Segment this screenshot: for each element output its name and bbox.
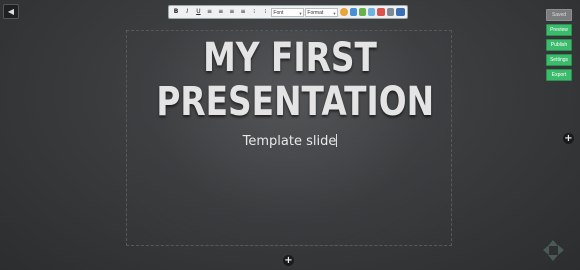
export-button[interactable]: Export: [546, 69, 572, 81]
font-select-label: Font: [273, 9, 284, 16]
slide-canvas[interactable]: MY FIRST PRESENTATION Template slide: [126, 30, 452, 246]
add-slide-below-button[interactable]: +: [283, 255, 294, 266]
text-format-toolbar: B I U ≡ ≡ ≡ ≡ ⁝ ⁝ Font ▼ Format ▼: [168, 5, 408, 19]
arrow-up-icon[interactable]: [548, 235, 558, 246]
underline-button[interactable]: U: [193, 6, 203, 18]
side-menu: Saved Preview Publish Settings Export: [546, 9, 572, 81]
link-icon[interactable]: [377, 8, 385, 16]
arrow-left-icon[interactable]: [538, 245, 549, 255]
back-button[interactable]: ◀: [3, 4, 19, 19]
table-icon[interactable]: [368, 8, 376, 16]
publish-button[interactable]: Publish: [546, 39, 572, 51]
slide-title-line-1[interactable]: MY FIRST: [156, 37, 423, 79]
align-left-icon[interactable]: ≡: [204, 6, 214, 18]
video-icon[interactable]: [358, 8, 367, 16]
image-icon[interactable]: [349, 8, 357, 16]
text-cursor: [336, 134, 338, 147]
slide-subtitle[interactable]: Template slide: [127, 134, 453, 149]
arrow-right-icon[interactable]: [558, 245, 569, 255]
html-icon[interactable]: [395, 8, 405, 16]
preview-button[interactable]: Preview: [546, 24, 572, 36]
align-right-icon[interactable]: ≡: [227, 6, 237, 18]
format-select-label: Format: [307, 9, 324, 16]
bullet-list-icon[interactable]: ⁝: [249, 6, 259, 18]
italic-button[interactable]: I: [182, 6, 192, 18]
bold-button[interactable]: B: [171, 6, 181, 18]
slide-title-line-2[interactable]: PRESENTATION: [156, 81, 434, 123]
color-icon[interactable]: [340, 8, 348, 16]
add-slide-right-button[interactable]: +: [563, 133, 574, 144]
arrow-down-icon[interactable]: [548, 255, 558, 266]
chevron-down-icon: ▼: [332, 10, 337, 16]
font-select[interactable]: Font ▼: [271, 7, 305, 17]
format-select[interactable]: Format ▼: [305, 7, 339, 17]
code-icon[interactable]: [386, 8, 394, 16]
settings-button[interactable]: Settings: [546, 54, 572, 66]
saved-button[interactable]: Saved: [546, 9, 572, 21]
slide-subtitle-text: Template slide: [242, 134, 337, 149]
numbered-list-icon[interactable]: ⁝: [260, 6, 270, 18]
justify-icon[interactable]: ≡: [238, 6, 248, 18]
align-center-icon[interactable]: ≡: [216, 6, 226, 18]
slide-navigation-arrows: [540, 237, 566, 263]
chevron-down-icon: ▼: [298, 10, 303, 16]
